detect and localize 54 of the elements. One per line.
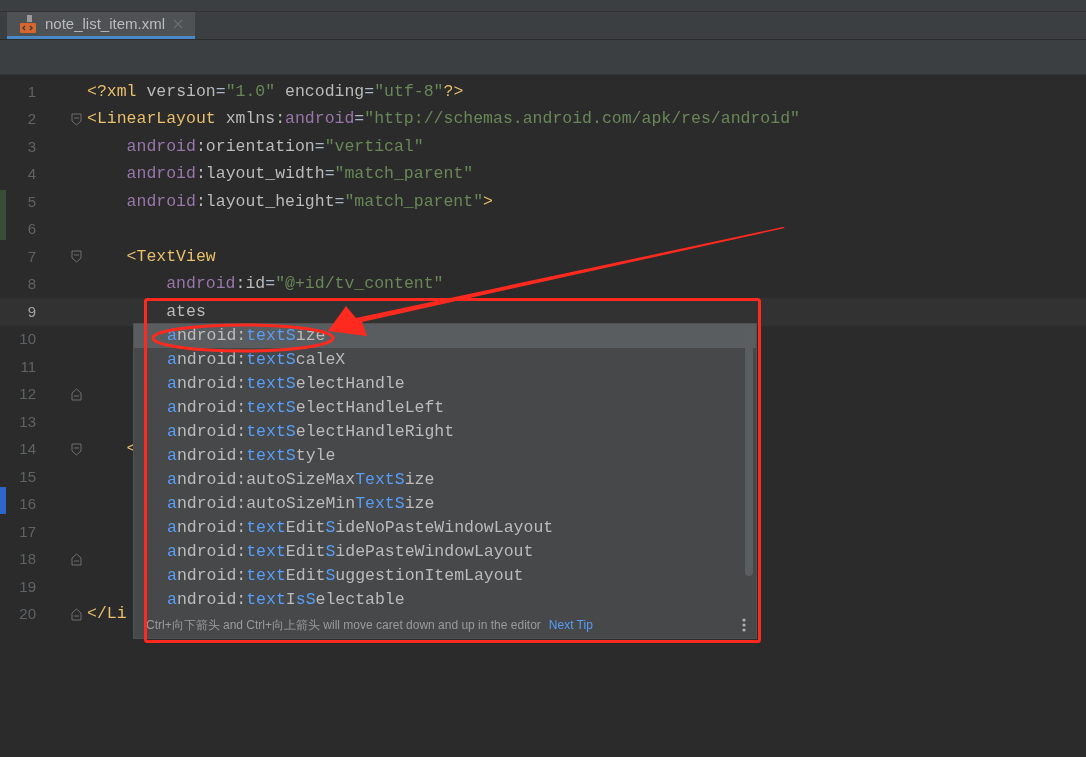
next-tip-link[interactable]: Next Tip	[548, 616, 593, 634]
line-number: 15	[19, 467, 36, 485]
line-number: 12	[19, 385, 36, 403]
change-marker	[0, 190, 6, 240]
fold-icon[interactable]	[71, 607, 82, 621]
code-line: android:layout_height="match_parent">	[125, 193, 493, 210]
fold-icon[interactable]	[71, 442, 82, 456]
fold-icon[interactable]	[71, 552, 82, 566]
completion-item[interactable]: android:autoSizeMaxTextSize	[134, 468, 756, 492]
completion-item[interactable]: android:autoSizeMinTextSize	[134, 492, 756, 516]
change-marker	[0, 487, 6, 514]
completion-item[interactable]: android:textSelectHandleLeft	[134, 396, 756, 420]
completion-item[interactable]: android:textSelectHandle	[134, 372, 756, 396]
line-number: 3	[27, 137, 36, 155]
more-icon[interactable]	[742, 618, 746, 632]
hint-text: Ctrl+向下箭头 and Ctrl+向上箭头 will move caret down and up in the editor	[146, 617, 541, 634]
xml-file-icon	[19, 14, 37, 34]
code-line: android:id="@+id/tv_content"	[165, 276, 444, 293]
code-line: ates	[165, 303, 206, 320]
line-number: 11	[20, 357, 36, 375]
code-line: </Li	[87, 606, 127, 623]
completion-item[interactable]: android:textScaleX	[134, 348, 756, 372]
line-number: 14	[19, 440, 36, 458]
line-number: 16	[19, 495, 36, 513]
code-line: android:orientation="vertical"	[125, 138, 424, 155]
line-number: 5	[27, 192, 36, 210]
completion-item[interactable]: android:textEditSideNoPasteWindowLayout	[134, 516, 756, 540]
code-line: <TextView	[125, 248, 216, 265]
completion-item[interactable]: android:textEditSuggestionItemLayout	[134, 564, 756, 588]
completion-item[interactable]: android:textSelectHandleRight	[134, 420, 756, 444]
line-number: 7	[27, 247, 36, 265]
code-line: android:layout_width="match_parent"	[125, 166, 474, 183]
line-number: 8	[27, 275, 36, 293]
close-icon[interactable]	[173, 19, 184, 29]
completion-item[interactable]: android:textIsSelectable	[134, 588, 756, 612]
completion-item[interactable]: android:textEditSidePasteWindowLayout	[134, 540, 756, 564]
line-number: 9	[27, 302, 36, 320]
line-number: 13	[19, 412, 36, 430]
code-line: <?xml version="1.0" encoding="utf-8"?>	[87, 83, 464, 100]
line-number: 10	[19, 330, 36, 348]
line-number: 18	[19, 550, 36, 568]
fold-icon[interactable]	[71, 250, 82, 264]
line-number: 4	[27, 165, 36, 183]
line-number: 6	[27, 220, 36, 238]
line-number: 20	[19, 605, 36, 623]
fold-icon[interactable]	[71, 112, 82, 126]
line-number: 17	[19, 522, 36, 540]
fold-icon[interactable]	[71, 387, 82, 401]
completion-item[interactable]: android:textStyle	[134, 444, 756, 468]
code-line: <LinearLayout xmlns:android="http://schemas.android.com/apk/res/android"	[87, 111, 800, 128]
line-number: 2	[27, 110, 36, 128]
line-number: 19	[19, 577, 36, 595]
editor-tab[interactable]: note_list_item.xml	[7, 12, 196, 39]
line-number: 1	[27, 82, 36, 100]
